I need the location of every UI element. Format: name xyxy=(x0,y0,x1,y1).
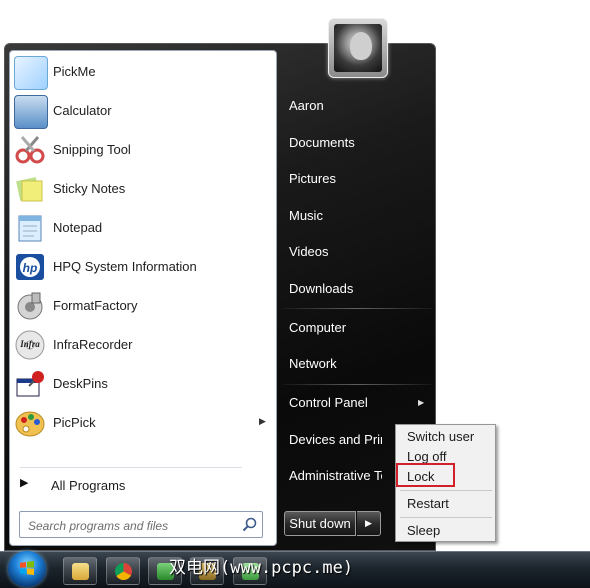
infrarecorder-icon: Infra xyxy=(14,329,46,361)
watermark-text: 双电网(www.pcpc.me) xyxy=(169,558,354,578)
divider xyxy=(400,517,492,518)
submenu-arrow-icon: ▶ xyxy=(418,398,425,407)
search-icon[interactable] xyxy=(242,517,257,532)
program-item-pickme[interactable]: PickMe xyxy=(12,53,274,90)
divider xyxy=(283,384,433,385)
program-label: PicPick xyxy=(53,415,96,430)
program-label: Calculator xyxy=(53,103,112,118)
link-downloads[interactable]: Downloads xyxy=(289,279,353,299)
chevron-right-icon: ▶ xyxy=(365,518,372,528)
divider xyxy=(20,467,242,468)
windows-logo-icon xyxy=(20,561,34,575)
link-administrative-tools[interactable]: Administrative Tools xyxy=(289,466,382,486)
scissors-icon xyxy=(14,134,46,166)
explorer-icon xyxy=(72,563,89,580)
taskbar-explorer-button[interactable] xyxy=(63,557,97,585)
link-user-folder[interactable]: Aaron xyxy=(289,96,324,116)
program-item-snipping-tool[interactable]: Snipping Tool xyxy=(12,131,274,168)
program-item-notepad[interactable]: Notepad xyxy=(12,209,274,246)
link-computer[interactable]: Computer xyxy=(289,318,346,338)
svg-text:Infra: Infra xyxy=(19,339,40,349)
right-triangle-icon: ▶ xyxy=(20,477,29,489)
divider xyxy=(400,490,492,491)
search-box[interactable] xyxy=(19,511,263,538)
start-button[interactable] xyxy=(8,551,46,587)
menu-item-log-off[interactable]: Log off xyxy=(407,449,447,464)
link-documents[interactable]: Documents xyxy=(289,133,355,153)
submenu-arrow-icon[interactable]: ▶ xyxy=(259,416,266,427)
program-label: PickMe xyxy=(53,64,96,79)
calculator-icon xyxy=(14,95,48,129)
all-programs-button[interactable]: ▶ All Programs xyxy=(18,473,264,495)
link-devices-and-printers[interactable]: Devices and Printers xyxy=(289,430,382,450)
program-label: HPQ System Information xyxy=(53,259,197,274)
link-videos[interactable]: Videos xyxy=(289,242,329,262)
shutdown-options-button[interactable]: ▶ xyxy=(357,511,381,536)
link-network[interactable]: Network xyxy=(289,354,337,374)
program-item-formatfactory[interactable]: FormatFactory xyxy=(12,287,274,324)
user-avatar[interactable] xyxy=(328,18,388,78)
program-item-deskpins[interactable]: DeskPins xyxy=(12,365,274,402)
program-item-hpq-system-information[interactable]: hp HPQ System Information xyxy=(12,248,274,285)
link-control-panel[interactable]: Control Panel xyxy=(289,393,368,413)
menu-item-sleep[interactable]: Sleep xyxy=(407,523,440,538)
hp-icon: hp xyxy=(14,251,46,283)
program-label: Notepad xyxy=(53,220,103,235)
program-label: Sticky Notes xyxy=(53,181,126,196)
picpick-icon xyxy=(14,407,46,439)
program-label: DeskPins xyxy=(53,376,108,391)
chrome-icon xyxy=(115,563,132,580)
sticky-notes-icon xyxy=(14,173,46,205)
program-item-calculator[interactable]: Calculator xyxy=(12,92,274,129)
shutdown-button[interactable]: Shut down xyxy=(284,511,356,536)
divider xyxy=(283,308,433,309)
format-factory-icon xyxy=(14,290,46,322)
deskpins-icon xyxy=(14,368,46,400)
menu-item-restart[interactable]: Restart xyxy=(407,496,449,511)
user-avatar-icon xyxy=(334,24,382,72)
program-label: FormatFactory xyxy=(53,298,138,313)
taskbar-chrome-button[interactable] xyxy=(106,557,140,585)
link-pictures[interactable]: Pictures xyxy=(289,169,336,189)
lock-highlight-box xyxy=(396,463,455,487)
program-item-sticky-notes[interactable]: Sticky Notes xyxy=(12,170,274,207)
program-item-picpick[interactable]: PicPick ▶ xyxy=(12,404,274,441)
program-label: Snipping Tool xyxy=(53,142,131,157)
program-label: InfraRecorder xyxy=(53,337,133,352)
search-input[interactable] xyxy=(26,516,235,535)
pickme-icon xyxy=(14,56,48,90)
notepad-icon xyxy=(14,212,46,244)
all-programs-label: All Programs xyxy=(51,478,126,493)
program-item-infrarecorder[interactable]: Infra InfraRecorder xyxy=(12,326,274,363)
menu-item-switch-user[interactable]: Switch user xyxy=(407,429,474,444)
link-music[interactable]: Music xyxy=(289,206,323,226)
programs-panel: PickMe Calculator Snipping Tool Sticky N… xyxy=(9,50,277,546)
svg-text:hp: hp xyxy=(23,261,38,275)
